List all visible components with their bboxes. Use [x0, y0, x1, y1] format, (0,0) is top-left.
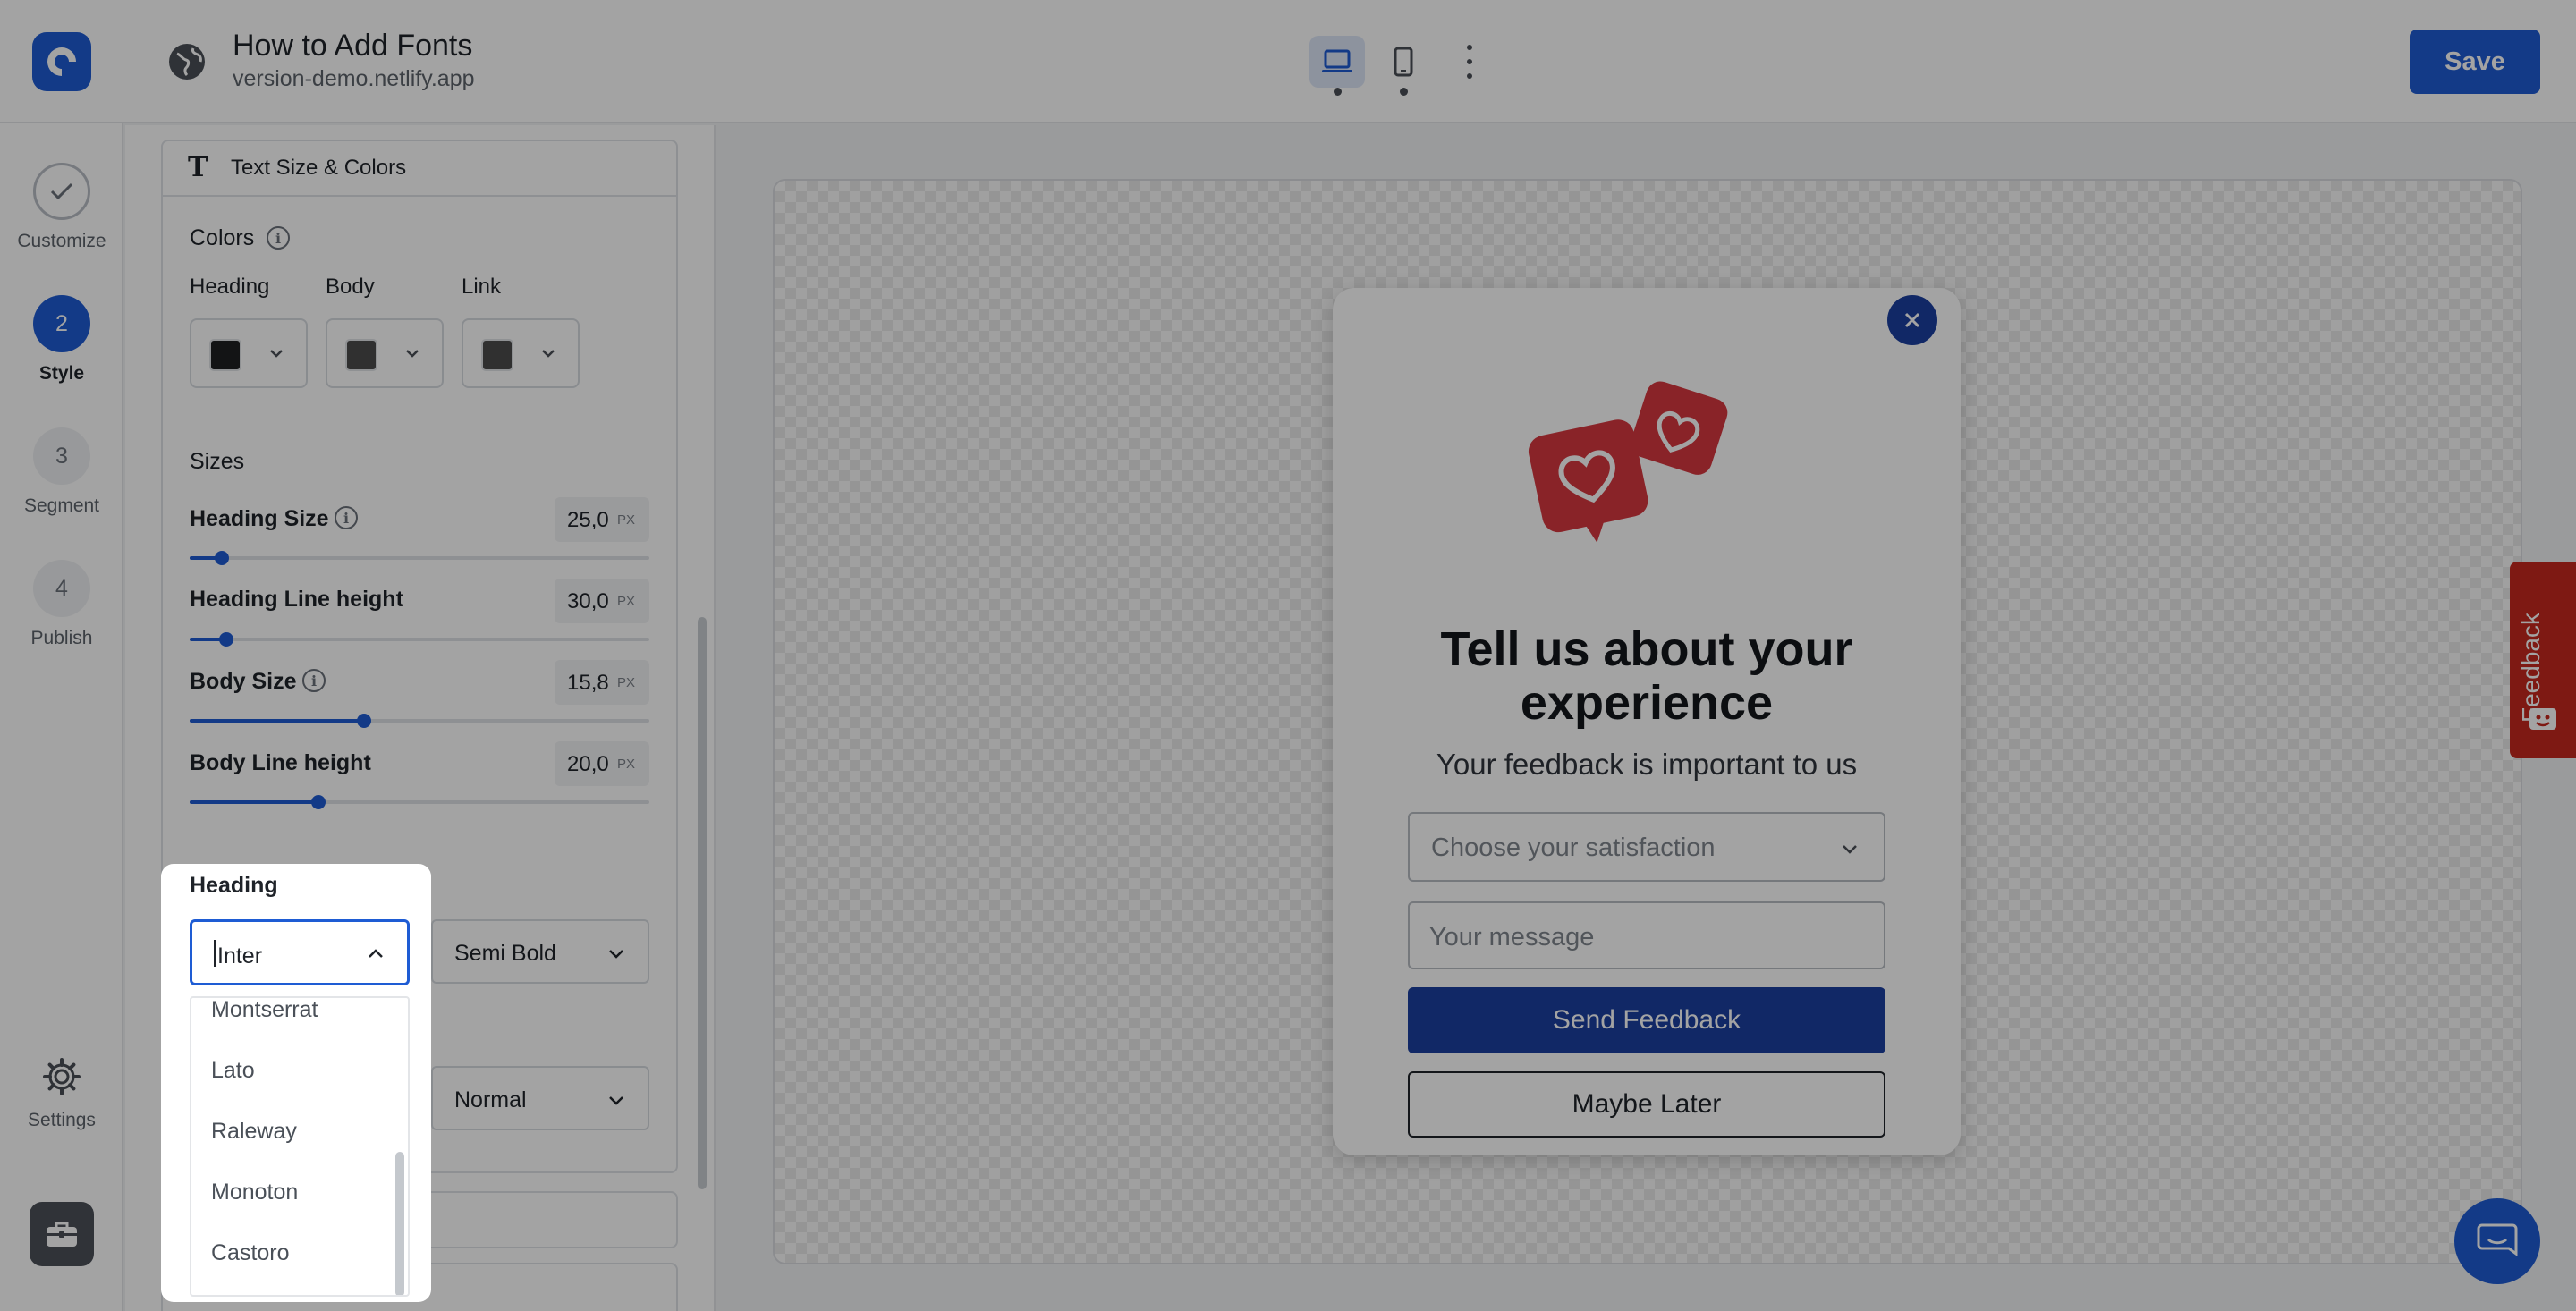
font-input-value: Inter [217, 943, 263, 968]
font-option[interactable]: Montserrat [211, 998, 318, 1023]
list-scrollbar[interactable] [395, 1152, 404, 1295]
font-select-label: Heading [190, 873, 278, 898]
font-option[interactable]: Lato [211, 1058, 255, 1084]
text-caret [214, 940, 216, 967]
font-option[interactable]: Raleway [211, 1119, 297, 1145]
font-select-popover: Heading Inter Montserrat Lato Raleway Mo… [161, 864, 431, 1302]
font-option[interactable]: Castoro [211, 1240, 290, 1266]
chevron-up-icon [369, 949, 383, 958]
font-option[interactable]: Monoton [211, 1180, 298, 1205]
font-family-input[interactable]: Inter [190, 919, 410, 985]
font-options-list[interactable]: Montserrat Lato Raleway Monoton Castoro [190, 996, 410, 1297]
